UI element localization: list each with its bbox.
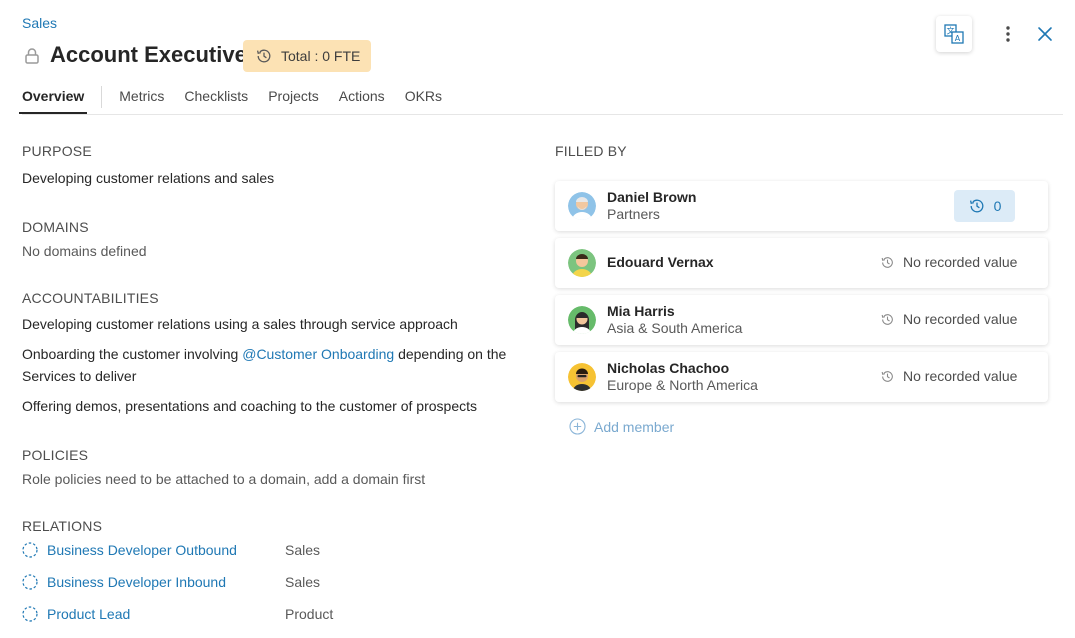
tab-overview[interactable]: Overview — [19, 88, 88, 114]
role-dashed-circle-icon — [22, 542, 38, 558]
member-circle: Partners — [607, 206, 660, 222]
tab-bar: Overview Metrics Checklists Projects Act… — [19, 86, 462, 114]
translate-icon: 文 A — [943, 23, 965, 45]
lock-icon — [23, 47, 41, 65]
member-name: Mia Harris — [607, 303, 675, 319]
domains-heading: DOMAINS — [22, 219, 89, 235]
policies-empty-text: Role policies need to be attached to a d… — [22, 471, 426, 487]
relation-circle-label: Sales — [285, 542, 321, 558]
more-options-button[interactable] — [990, 16, 1026, 52]
member-name: Edouard Vernax — [607, 254, 714, 270]
add-member-button[interactable]: Add member — [569, 418, 674, 435]
tab-divider — [101, 86, 103, 108]
tab-okrs[interactable]: OKRs — [405, 88, 442, 112]
tab-bar-divider — [22, 114, 1063, 115]
member-card[interactable]: Nicholas Chachoo Europe & North America … — [555, 352, 1048, 402]
translate-button[interactable]: 文 A — [936, 16, 972, 52]
relation-circle-label: Sales — [285, 574, 321, 590]
tab-actions[interactable]: Actions — [339, 88, 385, 112]
role-dashed-circle-icon — [22, 574, 38, 590]
member-name: Nicholas Chachoo — [607, 360, 730, 376]
member-card[interactable]: Edouard Vernax No recorded value — [555, 238, 1048, 288]
circle-mention-link[interactable]: @Customer Onboarding — [242, 346, 394, 362]
member-value-status: No recorded value — [880, 368, 1017, 384]
relation-role-link[interactable]: Business Developer Outbound — [47, 542, 237, 558]
fte-value-button[interactable]: 0 — [954, 190, 1015, 222]
tab-metrics[interactable]: Metrics — [119, 88, 164, 112]
domains-empty-text: No domains defined — [22, 243, 147, 259]
member-name: Daniel Brown — [607, 189, 697, 205]
member-circle: Asia & South America — [607, 320, 743, 336]
avatar — [568, 192, 596, 220]
close-button[interactable] — [1027, 16, 1063, 52]
fte-badge-label: Total : 0 FTE — [281, 48, 361, 64]
fte-badge[interactable]: Total : 0 FTE — [243, 40, 371, 72]
member-value-status: No recorded value — [880, 254, 1017, 270]
tab-checklists[interactable]: Checklists — [184, 88, 248, 112]
history-icon — [968, 197, 986, 215]
accountability-item: Developing customer relations using a sa… — [22, 316, 458, 332]
relation-row: Product Lead Product — [22, 603, 422, 625]
relations-heading: RELATIONS — [22, 518, 103, 534]
add-member-label: Add member — [594, 418, 675, 435]
relation-role-link[interactable]: Product Lead — [47, 606, 130, 622]
avatar — [568, 249, 596, 277]
plus-circle-icon — [569, 418, 586, 435]
relation-row: Business Developer Outbound Sales — [22, 539, 422, 561]
history-icon — [880, 255, 895, 270]
page-title: Account Executive — [50, 42, 247, 67]
accountability-item: Offering demos, presentations and coachi… — [22, 398, 477, 414]
no-value-label: No recorded value — [903, 311, 1018, 327]
history-icon — [255, 47, 273, 65]
close-icon — [1037, 26, 1053, 42]
avatar — [568, 363, 596, 391]
avatar — [568, 306, 596, 334]
policies-heading: POLICIES — [22, 447, 89, 463]
member-card[interactable]: Daniel Brown Partners 0 — [555, 181, 1048, 231]
breadcrumb-circle-link[interactable]: Sales — [22, 15, 57, 31]
more-vertical-icon — [1005, 25, 1011, 43]
history-icon — [880, 369, 895, 384]
fte-value: 0 — [993, 198, 1002, 214]
tab-projects[interactable]: Projects — [268, 88, 319, 112]
svg-text:A: A — [955, 34, 961, 43]
history-icon — [880, 312, 895, 327]
member-card[interactable]: Mia Harris Asia & South America No recor… — [555, 295, 1048, 345]
member-circle: Europe & North America — [607, 377, 758, 393]
accountabilities-heading: ACCOUNTABILITIES — [22, 290, 159, 306]
purpose-text: Developing customer relations and sales — [22, 170, 275, 186]
accountability-item: Onboarding the customer involving @Custo… — [22, 343, 522, 387]
accountability-text: Onboarding the customer involving — [22, 346, 243, 362]
no-value-label: No recorded value — [903, 254, 1018, 270]
relation-role-link[interactable]: Business Developer Inbound — [47, 574, 226, 590]
relation-row: Business Developer Inbound Sales — [22, 571, 422, 593]
purpose-heading: PURPOSE — [22, 143, 92, 159]
role-dashed-circle-icon — [22, 606, 38, 622]
member-value-status: No recorded value — [880, 311, 1017, 327]
filled-by-heading: FILLED BY — [555, 143, 627, 159]
no-value-label: No recorded value — [903, 368, 1018, 384]
relation-circle-label: Product — [285, 606, 334, 622]
